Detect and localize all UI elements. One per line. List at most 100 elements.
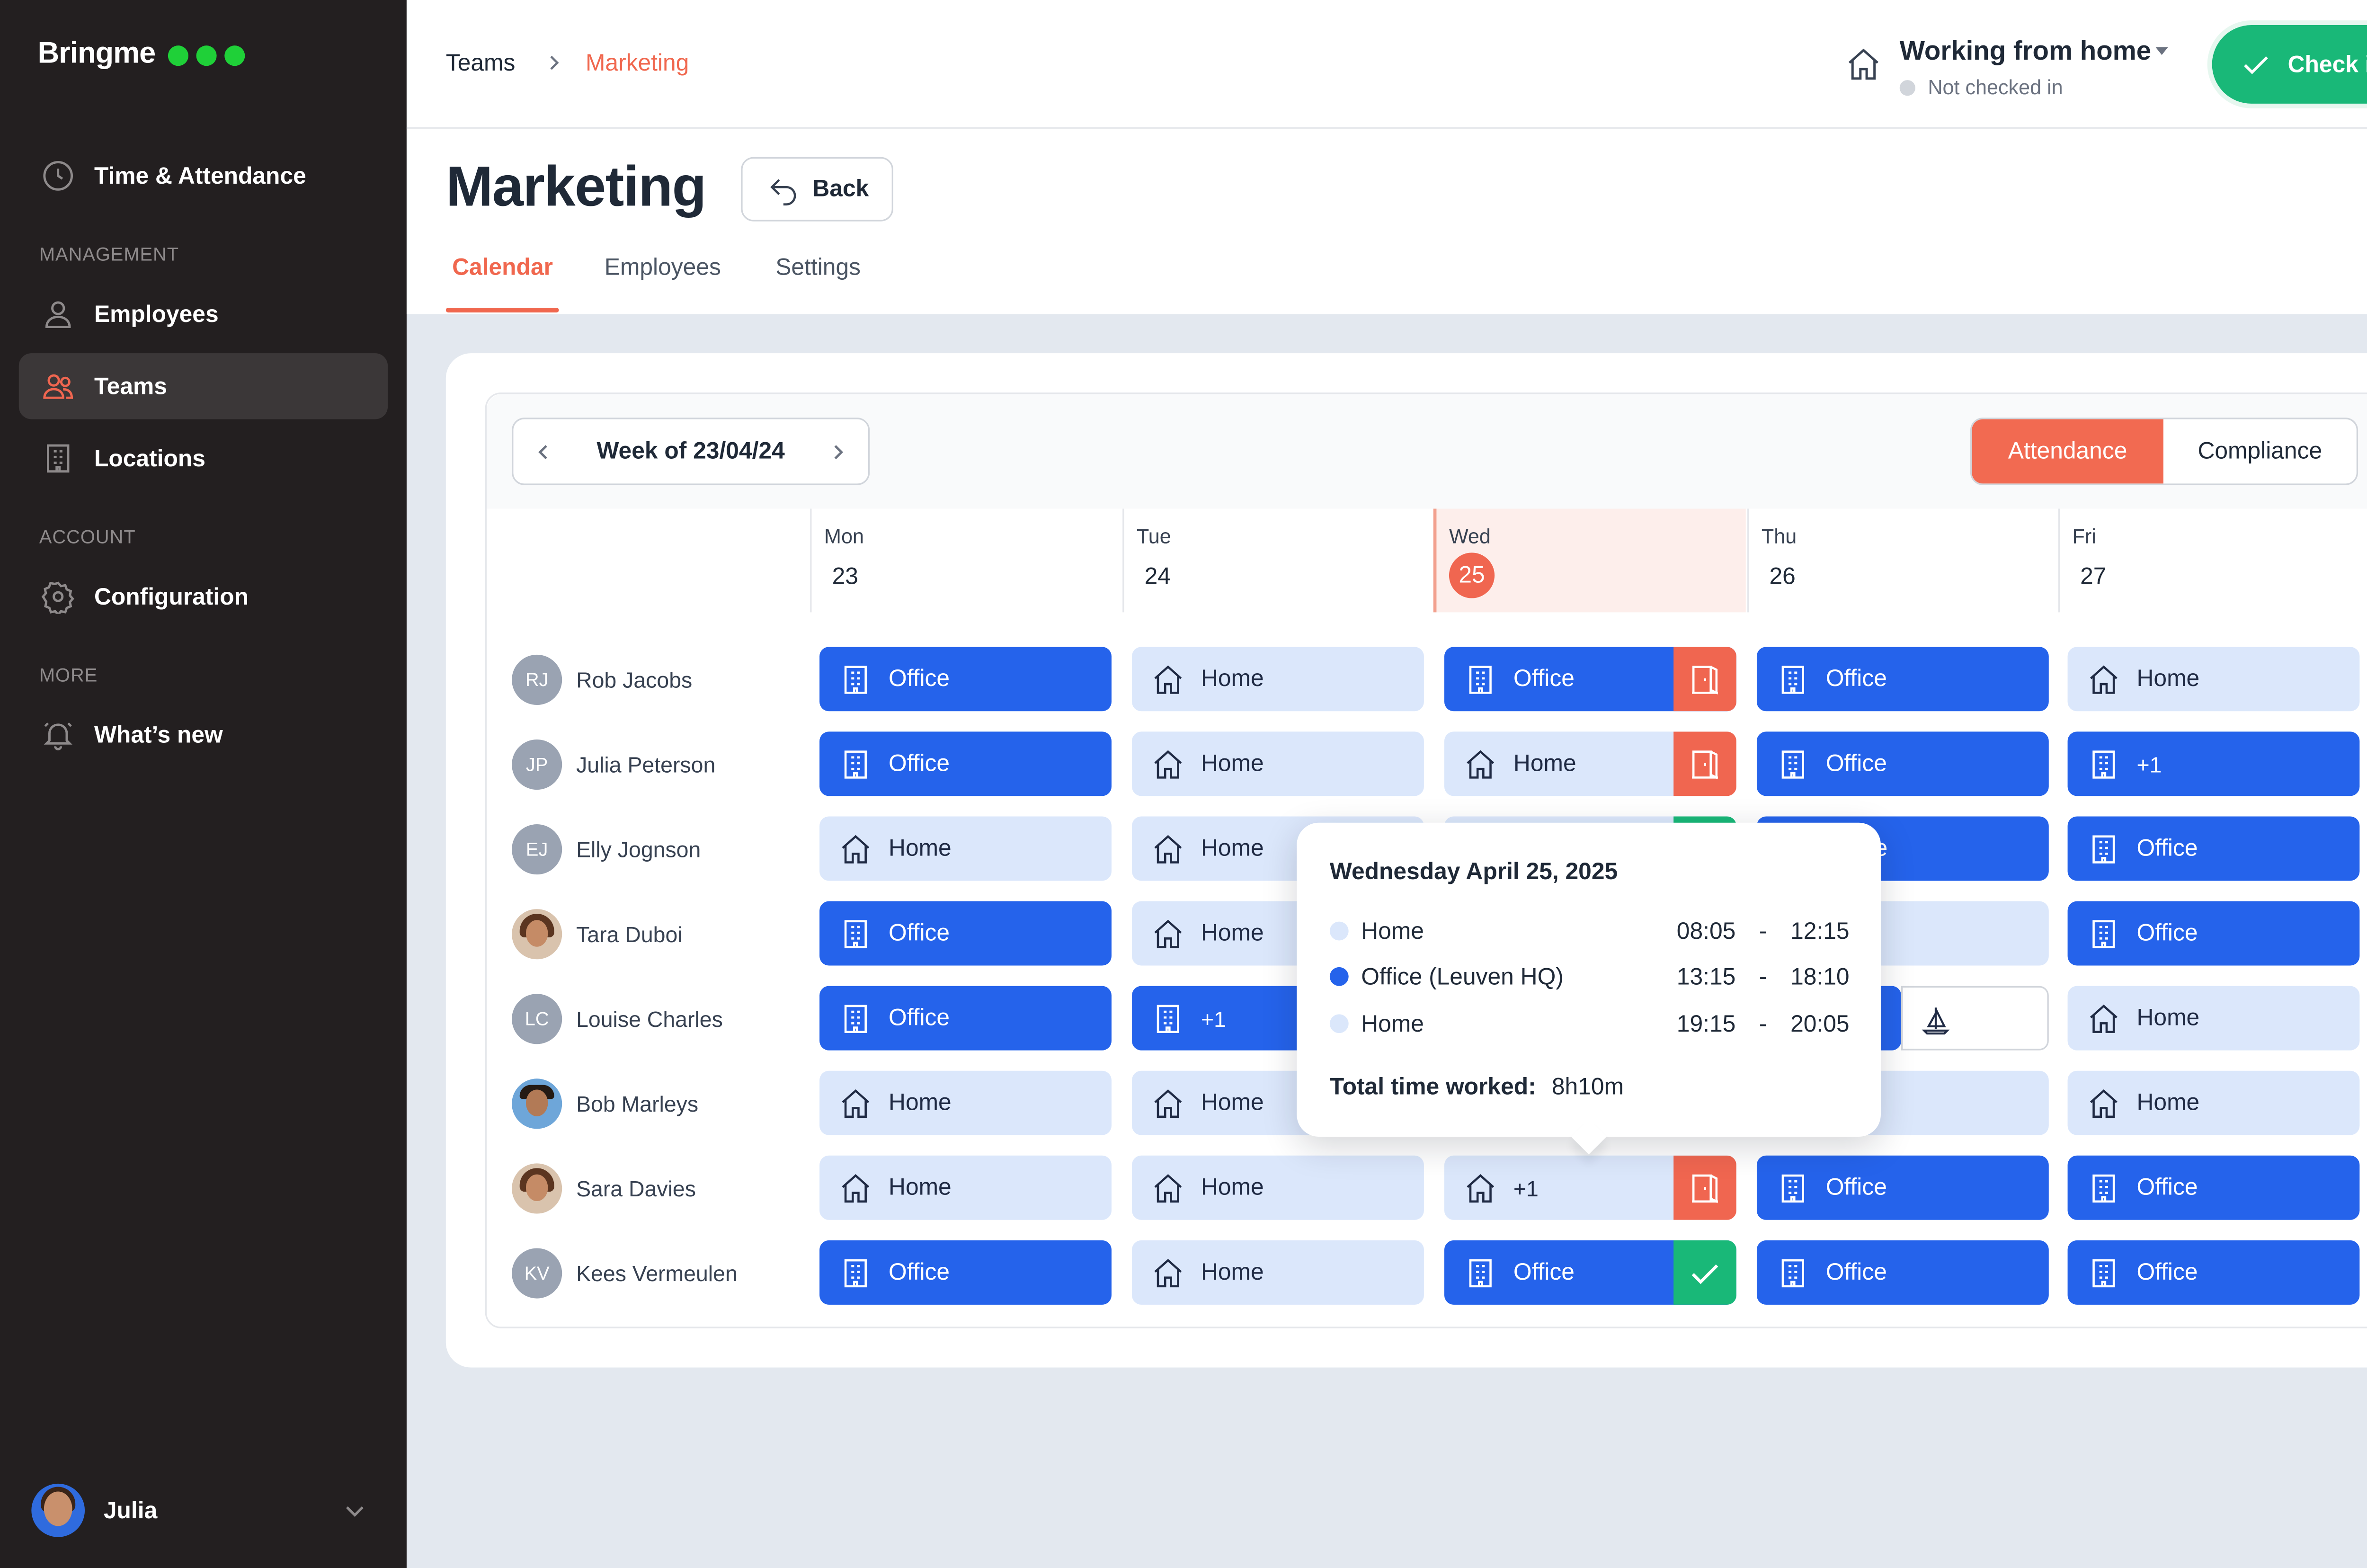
cell-label: Office xyxy=(1513,666,1575,693)
employee-row-label[interactable]: RJ Rob Jacobs xyxy=(512,653,692,707)
sidebar-item-teams[interactable]: Teams xyxy=(18,353,388,419)
sidebar: Bringme Time & Attendance MANAGEMENT Emp… xyxy=(0,0,407,1568)
day-date: 26 xyxy=(1769,563,1796,590)
day-name: Tue xyxy=(1137,524,1171,548)
check-icon xyxy=(1673,1240,1736,1305)
employee-row-label[interactable]: JP Julia Peterson xyxy=(512,738,715,792)
user-menu[interactable]: Julia xyxy=(31,1482,377,1539)
tooltip-title: Wednesday April 25, 2025 xyxy=(1329,859,1618,886)
home-icon xyxy=(2090,1004,2118,1033)
attendance-cell-office[interactable]: Office xyxy=(1756,1240,2049,1305)
home-icon xyxy=(1467,1173,1495,1202)
employee-row-label[interactable]: EJ Elly Jognson xyxy=(512,823,701,876)
employee-name: Bob Marleys xyxy=(576,1091,699,1116)
tab-calendar[interactable]: Calendar xyxy=(452,254,553,281)
chevron-right-icon[interactable] xyxy=(828,440,849,462)
building-icon xyxy=(1781,1174,1804,1202)
cell-label: Office xyxy=(1825,666,1887,693)
tab-employees[interactable]: Employees xyxy=(605,254,721,281)
employee-row-label[interactable]: LC Louise Charles xyxy=(512,992,723,1046)
view-toggle: Attendance Compliance xyxy=(1970,418,2358,485)
attendance-cell-office[interactable]: Office xyxy=(1444,647,1736,712)
attendance-cell-office[interactable]: Office xyxy=(1756,647,2049,712)
back-button[interactable]: Back xyxy=(741,157,893,222)
attendance-cell-home[interactable]: Home xyxy=(2067,1070,2360,1135)
attendance-cell-home[interactable]: Home xyxy=(819,1070,1112,1135)
employee-row-label[interactable]: Sara Davies xyxy=(512,1162,696,1215)
cell-label: Home xyxy=(1201,666,1264,693)
chevron-right-icon xyxy=(550,55,559,70)
week-label: Week of 23/04/24 xyxy=(596,438,785,465)
home-icon xyxy=(2090,1088,2118,1117)
sidebar-item-employees[interactable]: Employees xyxy=(19,281,388,347)
attendance-cell-home[interactable]: Home xyxy=(1132,1155,1424,1220)
employee-row-label[interactable]: Bob Marleys xyxy=(512,1077,698,1131)
entry-label: Home xyxy=(1361,1010,1424,1037)
attendance-cell-office[interactable]: Office xyxy=(2067,1155,2360,1220)
entry-time: 13:15 - 18:10 xyxy=(1677,963,1850,990)
employee-name: Julia Peterson xyxy=(576,752,716,777)
attendance-cell-office[interactable]: Office xyxy=(2067,901,2360,966)
brand-name: Bringme xyxy=(37,37,156,71)
attendance-cell-office[interactable]: Office xyxy=(1444,1240,1736,1305)
attendance-cell-home[interactable]: Home xyxy=(1132,731,1424,796)
attendance-cell-office[interactable]: Office xyxy=(819,986,1112,1051)
attendance-cell-office[interactable]: Office xyxy=(819,647,1112,712)
day-header-tue: Tue 24 xyxy=(1122,508,1435,613)
checkin-status: Not checked in xyxy=(1899,75,2063,99)
breadcrumb-teams[interactable]: Teams xyxy=(446,50,516,77)
back-label: Back xyxy=(812,176,869,203)
home-icon xyxy=(842,834,870,863)
check-in-button[interactable]: Check in xyxy=(2212,25,2367,104)
day-name: Thu xyxy=(1761,524,1797,548)
attendance-cell-home[interactable]: Home xyxy=(819,816,1112,881)
attendance-cell-home[interactable]: Home xyxy=(1132,1240,1424,1305)
home-icon xyxy=(1154,749,1182,778)
section-more: MORE xyxy=(39,664,98,686)
attendance-cell-leave[interactable] xyxy=(1901,986,2049,1051)
users-icon xyxy=(43,374,73,399)
attendance-cell-home[interactable]: Home xyxy=(2067,647,2360,712)
calendar-toolbar: Week of 23/04/24 Attendance Compliance xyxy=(487,394,2367,509)
attendance-cell-office[interactable]: Office xyxy=(2067,816,2360,881)
sidebar-item-configuration[interactable]: Configuration xyxy=(19,564,388,630)
employee-name: Rob Jacobs xyxy=(576,667,693,693)
cell-label: Home xyxy=(1201,1259,1264,1286)
employee-row-label[interactable]: KV Kees Vermeulen xyxy=(512,1247,738,1300)
sidebar-item-time-attendance[interactable]: Time & Attendance xyxy=(19,143,388,209)
tab-settings[interactable]: Settings xyxy=(775,254,861,281)
brand-logo[interactable]: Bringme xyxy=(38,38,245,72)
building-icon xyxy=(844,919,867,948)
chevron-left-icon[interactable] xyxy=(532,440,554,462)
attendance-cell-home[interactable]: Home xyxy=(1132,647,1424,712)
attendance-cell-home[interactable]: Home xyxy=(2067,986,2360,1051)
door-open-icon xyxy=(1673,731,1736,796)
building-icon xyxy=(2092,1258,2115,1287)
checkin-status-text: Not checked in xyxy=(1928,75,2063,99)
attendance-cell-home[interactable]: Home xyxy=(1444,731,1736,796)
attendance-cell-multiple[interactable]: +1 xyxy=(1444,1155,1736,1220)
work-location-dropdown[interactable]: Working from home xyxy=(1900,36,2151,67)
employee-row-label[interactable]: Tara Duboi xyxy=(512,908,683,961)
attendance-cell-office[interactable]: Office xyxy=(2067,1240,2360,1305)
attendance-cell-multiple[interactable]: +1 xyxy=(2067,731,2360,796)
attendance-cell-office[interactable]: Office xyxy=(819,731,1112,796)
brand-dots xyxy=(168,45,245,65)
attendance-cell-office[interactable]: Office xyxy=(819,1240,1112,1305)
cell-label: Office xyxy=(1825,750,1887,777)
attendance-cell-office[interactable]: Office xyxy=(1756,1155,2049,1220)
attendance-cell-office[interactable]: Office xyxy=(819,901,1112,966)
sidebar-item-whats-new[interactable]: What’s new xyxy=(19,702,388,767)
day-name: Fri xyxy=(2072,524,2096,548)
home-icon xyxy=(1154,664,1182,693)
attendance-cell-home[interactable]: Home xyxy=(819,1155,1112,1220)
caret-down-icon[interactable] xyxy=(2155,47,2168,55)
avatar: LC xyxy=(512,994,562,1044)
cell-label: Home xyxy=(2136,1089,2200,1116)
home-icon xyxy=(1154,1173,1182,1202)
compliance-toggle[interactable]: Compliance xyxy=(2163,419,2357,483)
avatar: JP xyxy=(512,739,562,790)
attendance-cell-office[interactable]: Office xyxy=(1756,731,2049,796)
sidebar-item-locations[interactable]: Locations xyxy=(19,426,388,491)
attendance-toggle[interactable]: Attendance xyxy=(1972,419,2163,484)
